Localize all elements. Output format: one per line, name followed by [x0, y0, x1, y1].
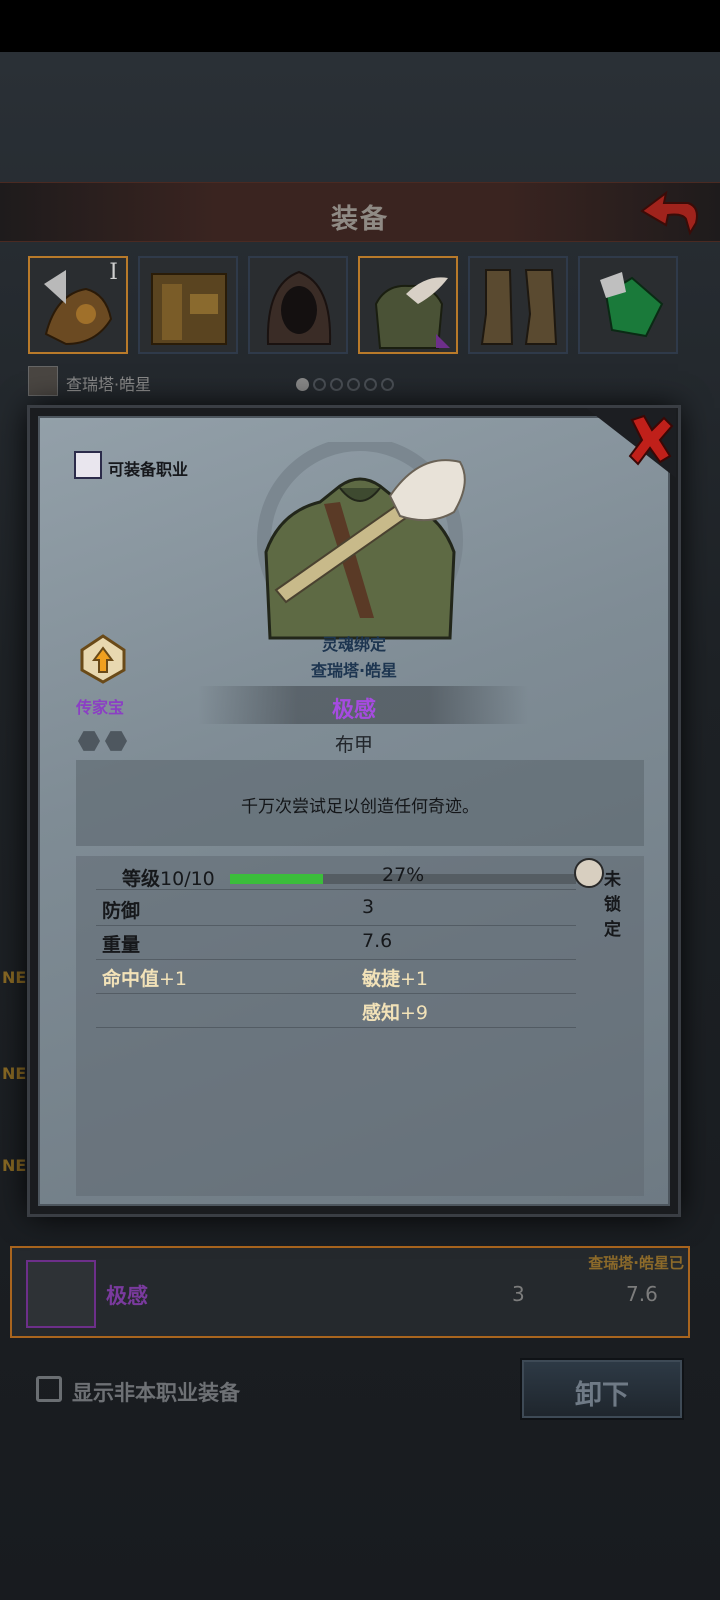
- slot-hood[interactable]: [248, 256, 348, 354]
- item-description: 千万次尝试足以创造任何奇迹。: [241, 797, 479, 817]
- xp-percent: 27%: [382, 864, 425, 886]
- list-item-defense: 3: [512, 1282, 525, 1306]
- slot-trinket[interactable]: I: [28, 256, 128, 354]
- stat-value: 3: [362, 896, 375, 918]
- slot-boots[interactable]: [468, 256, 568, 354]
- new-badge: NE: [2, 1156, 27, 1175]
- bonus-row: 感知+9: [96, 994, 576, 1028]
- close-icon[interactable]: [586, 408, 676, 478]
- item-type: 布甲: [334, 734, 373, 756]
- stat-row: 防御 3: [96, 892, 576, 926]
- level-value: 10/10: [160, 868, 215, 890]
- bonus-value: +1: [400, 968, 429, 990]
- xp-fill: [230, 874, 324, 884]
- level-row: 等级10/10 27% 未锁定: [96, 856, 621, 940]
- header: 装备: [0, 182, 720, 242]
- avatar[interactable]: [28, 366, 58, 396]
- bonus-name: 敏捷: [362, 968, 401, 990]
- new-badge: NE: [2, 968, 27, 987]
- list-item-weight: 7.6: [626, 1282, 658, 1306]
- soulbound-owner: 查瑞塔·皓星: [310, 661, 398, 680]
- bonus-value: +1: [159, 968, 188, 990]
- equipment-list-item[interactable]: 极感 查瑞塔·皓星已 3 7.6: [10, 1246, 690, 1338]
- stat-key: 重量: [102, 934, 141, 956]
- bonus-right: 感知+9: [362, 998, 428, 1025]
- slot-armor[interactable]: [358, 256, 458, 354]
- soulbound-label: 灵魂绑定: [321, 635, 386, 654]
- stat-value: 7.6: [362, 930, 393, 952]
- slot-accessory[interactable]: [578, 256, 678, 354]
- item-detail-modal: 可装备职业 灵魂绑定 查瑞塔·皓星 传家宝 极感 布甲 千万次尝试足以创造任何奇…: [30, 408, 678, 1214]
- page-dot[interactable]: [330, 378, 343, 391]
- new-badge: NE: [2, 1064, 27, 1083]
- armor-thumbnail-icon: [26, 1260, 96, 1328]
- heirloom-icon[interactable]: [78, 634, 128, 684]
- page-dot[interactable]: [313, 378, 326, 391]
- lock-icon[interactable]: [574, 858, 604, 888]
- emerald-accessory-icon: [600, 272, 664, 338]
- page-dot[interactable]: [364, 378, 377, 391]
- back-arrow-icon[interactable]: [638, 189, 702, 237]
- page-dot[interactable]: [381, 378, 394, 391]
- slot-weapon[interactable]: [138, 256, 238, 354]
- unequip-label: 卸下: [575, 1380, 629, 1411]
- equipment-slots: I: [28, 256, 692, 356]
- bonus-name: 命中值: [102, 968, 160, 990]
- soulbound-info: 灵魂绑定 查瑞塔·皓星: [38, 632, 670, 684]
- page-dot[interactable]: [347, 378, 360, 391]
- checkbox-label: 显示非本职业装备: [72, 1381, 240, 1405]
- item-name: 极感: [331, 698, 376, 723]
- list-item-owner: 查瑞塔·皓星已: [588, 1254, 684, 1272]
- hood-icon: [266, 270, 332, 345]
- page-dots: [296, 376, 398, 391]
- boots-icon: [480, 269, 558, 345]
- status-bar: [0, 0, 720, 52]
- class-icon: [74, 451, 102, 479]
- slot-level-mark: I: [109, 260, 118, 285]
- show-other-class-checkbox[interactable]: [36, 1376, 62, 1402]
- level-label: 等级10/10: [122, 864, 215, 891]
- page-title: 装备: [331, 204, 389, 235]
- list-item-name: 极感: [106, 1284, 148, 1308]
- weapon-icon: [151, 273, 227, 345]
- armor-icon: [374, 277, 450, 349]
- lock-label[interactable]: 未锁定: [604, 865, 621, 940]
- bonus-row: 命中值+1 敏捷+1: [96, 960, 576, 994]
- bonus-left: 命中值+1: [102, 964, 187, 991]
- stat-row: 重量 7.6: [96, 926, 576, 960]
- armor-art-icon: [257, 442, 466, 643]
- stats-box: 等级10/10 27% 未锁定 防御 3 重量 7.6 命中值+1 敏捷+1 感…: [76, 856, 644, 1196]
- class-requirement-label: 可装备职业: [108, 460, 189, 479]
- level-label-text: 等级: [122, 868, 161, 890]
- character-name: 查瑞塔·皓星: [66, 375, 152, 394]
- unequip-button[interactable]: 卸下: [520, 1358, 684, 1420]
- bonus-value: +9: [400, 1002, 429, 1024]
- bonus-right: 敏捷+1: [362, 964, 428, 991]
- stat-key: 防御: [102, 900, 141, 922]
- bonus-name: 感知: [362, 1002, 401, 1024]
- page-dot[interactable]: [296, 378, 309, 391]
- description-box: 千万次尝试足以创造任何奇迹。: [76, 760, 644, 846]
